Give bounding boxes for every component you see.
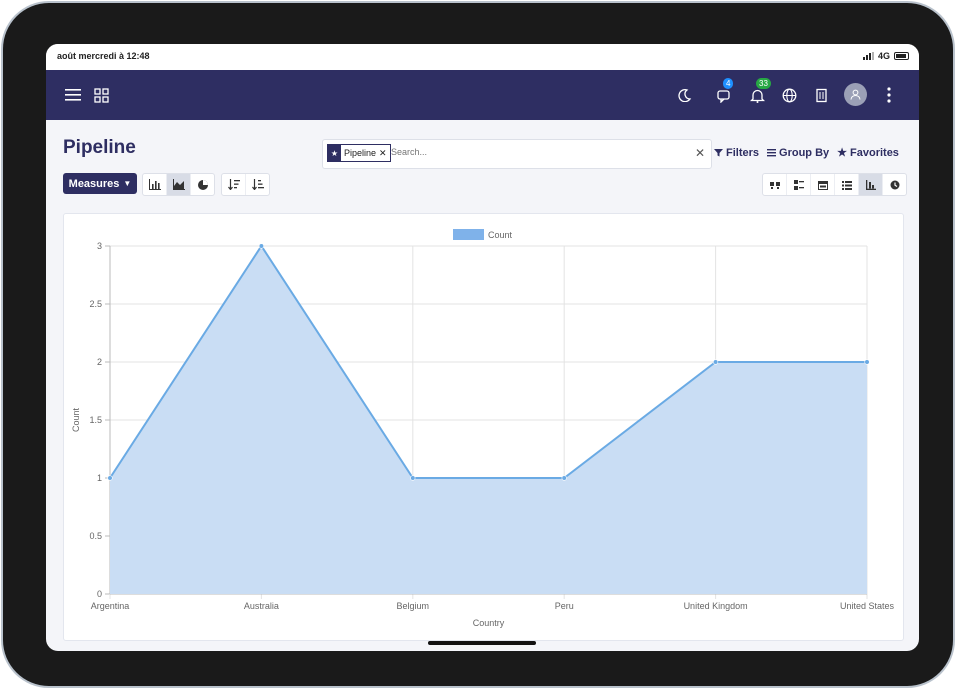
bar-chart-icon[interactable] — [143, 174, 167, 195]
sort-ascending-icon[interactable] — [246, 174, 269, 195]
tablet-frame: août mercredi à 12:48 4G 4 33 Pipeline ★… — [3, 3, 953, 686]
company-icon[interactable] — [810, 84, 832, 106]
data-point — [561, 475, 567, 481]
graph-card: 0 0.5 1 1.5 2 2.5 3 Argentina Australia Belgium Pe… — [63, 213, 904, 641]
data-point — [864, 359, 870, 365]
group-by-button[interactable]: Group By — [767, 146, 829, 159]
y-tick-label: 1.5 — [89, 415, 102, 425]
facet-remove-icon[interactable]: ✕ — [379, 148, 390, 159]
sort-descending-icon[interactable] — [222, 174, 246, 195]
star-icon: ★ — [837, 147, 848, 159]
activity-icon[interactable] — [883, 174, 906, 195]
caret-down-icon: ▼ — [123, 179, 132, 188]
y-tick-label: 2.5 — [89, 299, 102, 309]
y-tick-label: 0 — [97, 589, 102, 599]
data-point — [107, 475, 113, 481]
x-tick-label: United Kingdom — [684, 601, 748, 611]
apps-icon[interactable] — [90, 84, 112, 106]
sort-group — [221, 173, 270, 196]
y-tick-label: 2 — [97, 357, 102, 367]
favorites-label: Favorites — [850, 146, 899, 159]
line-chart-icon[interactable] — [167, 174, 191, 195]
search-bar[interactable]: ★ Pipeline ✕ ✕ — [322, 139, 712, 169]
x-tick-label: Belgium — [397, 601, 430, 611]
status-bar: août mercredi à 12:48 4G — [46, 44, 919, 70]
filters-button[interactable]: Filters — [714, 146, 759, 159]
data-point — [258, 243, 264, 249]
x-tick-label: Peru — [555, 601, 574, 611]
kanban-icon[interactable] — [763, 174, 787, 195]
favorites-button[interactable]: ★ Favorites — [837, 146, 899, 160]
menu-icon[interactable] — [62, 84, 84, 106]
data-point — [410, 475, 416, 481]
group-by-icon — [767, 149, 777, 157]
graph-icon[interactable] — [859, 174, 883, 195]
calendar-icon[interactable] — [811, 174, 835, 195]
y-tick-label: 1 — [97, 473, 102, 483]
search-facet-label: Pipeline — [344, 148, 377, 158]
avatar[interactable] — [844, 83, 867, 106]
activities-icon[interactable]: 4 — [713, 78, 735, 106]
measures-button[interactable]: Measures ▼ — [63, 173, 137, 194]
x-tick-label: Argentina — [91, 601, 130, 611]
signal-icon — [862, 52, 874, 60]
clear-search-icon[interactable]: ✕ — [695, 146, 705, 160]
notifications-badge: 33 — [756, 78, 771, 89]
search-input[interactable] — [391, 147, 681, 157]
list-icon[interactable] — [787, 174, 811, 195]
group-by-label: Group By — [779, 146, 830, 159]
language-icon[interactable] — [778, 84, 800, 106]
status-indicators: 4G — [862, 51, 909, 61]
x-axis-title: Country — [473, 618, 505, 628]
pie-chart-icon[interactable] — [191, 174, 214, 195]
network-label: 4G — [877, 51, 890, 61]
y-tick-label: 0.5 — [89, 531, 102, 541]
view-switcher — [762, 173, 907, 196]
page-title: Pipeline — [63, 137, 136, 158]
y-axis-title: Count — [71, 408, 81, 433]
legend-swatch — [453, 229, 484, 240]
battery-icon — [894, 52, 909, 60]
pivot-icon[interactable] — [835, 174, 859, 195]
filter-icon — [714, 149, 723, 157]
home-indicator — [428, 641, 536, 645]
more-options-icon[interactable] — [878, 84, 900, 106]
filters-label: Filters — [726, 146, 760, 159]
tablet-screen: août mercredi à 12:48 4G 4 33 Pipeline ★… — [46, 44, 919, 651]
pipeline-chart: 0 0.5 1 1.5 2 2.5 3 Argentina Australia Belgium Pe… — [71, 229, 895, 628]
data-point — [712, 359, 719, 365]
dark-mode-icon[interactable] — [674, 84, 696, 106]
notifications-icon[interactable]: 33 — [746, 78, 771, 106]
legend-label: Count — [488, 230, 513, 240]
activities-badge: 4 — [723, 78, 734, 89]
x-tick-label: United States — [840, 601, 895, 611]
search-options: Filters Group By ★ Favorites — [714, 146, 899, 159]
y-tick-label: 3 — [97, 241, 102, 251]
favorite-star-icon: ★ — [328, 145, 341, 161]
chart-type-group — [142, 173, 215, 196]
search-facet[interactable]: ★ Pipeline ✕ — [327, 144, 391, 162]
status-time: août mercredi à 12:48 — [57, 51, 150, 61]
x-tick-label: Australia — [244, 601, 279, 611]
measures-label: Measures — [68, 177, 120, 190]
top-navbar: 4 33 — [46, 70, 919, 120]
